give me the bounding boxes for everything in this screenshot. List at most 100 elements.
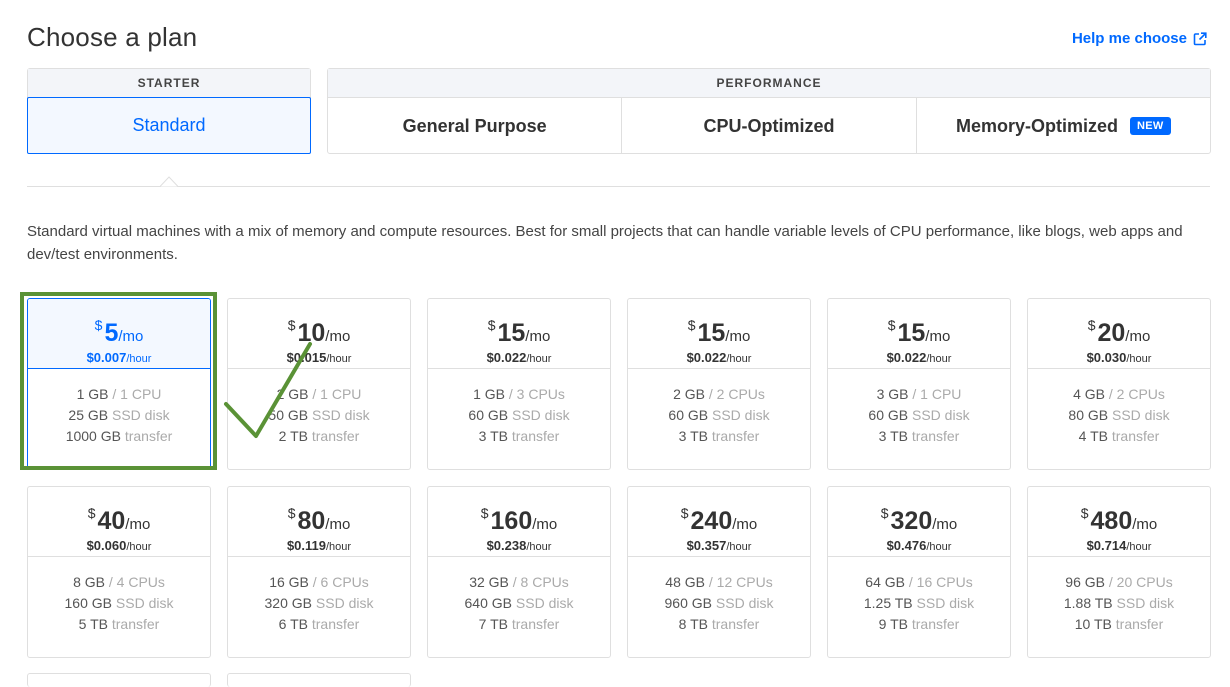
hourly-unit: /hour <box>126 541 152 553</box>
hourly-unit: /hour <box>726 541 752 553</box>
plan-hourly-price: $0.022/hour <box>428 350 610 367</box>
active-tab-caret-icon <box>160 176 178 187</box>
cpu-value: / 8 CPUs <box>512 574 569 590</box>
plan-card-partial[interactable] <box>27 673 211 687</box>
spec-transfer: 5 TB transfer <box>28 614 210 635</box>
price-amount: 15 <box>897 319 926 347</box>
disk-value: 320 GB <box>264 595 312 611</box>
plan-hourly-price: $0.357/hour <box>628 538 810 555</box>
spec-disk: 320 GB SSD disk <box>228 593 410 614</box>
plan-card[interactable]: $160/mo $0.238/hour 32 GB / 8 CPUs 640 GB S… <box>427 486 611 658</box>
price-unit: /mo <box>532 516 558 533</box>
currency-symbol: $ <box>287 317 296 333</box>
plan-monthly-price: $40/mo <box>28 500 210 538</box>
disk-unit: SSD disk <box>712 407 770 423</box>
performance-plan-group: PERFORMANCE General Purpose CPU-Optimize… <box>327 68 1211 154</box>
memory-value: 16 GB <box>269 574 309 590</box>
transfer-unit: transfer <box>1111 428 1160 444</box>
plan-specs: 32 GB / 8 CPUs 640 GB SSD disk 7 TB transf… <box>428 557 610 635</box>
plan-card[interactable]: $320/mo $0.476/hour 64 GB / 16 CPUs 1.25 TB… <box>827 486 1011 658</box>
plan-hourly-price: $0.022/hour <box>828 350 1010 367</box>
spec-transfer: 3 TB transfer <box>828 426 1010 447</box>
hourly-unit: /hour <box>325 541 352 553</box>
spec-transfer: 6 TB transfer <box>228 614 410 635</box>
plan-card-partial[interactable] <box>227 673 411 687</box>
help-me-choose-link[interactable]: Help me choose <box>1072 30 1207 47</box>
plan-price-block: $15/mo $0.022/hour <box>428 299 610 369</box>
hourly-amount: $0.030 <box>1086 350 1127 365</box>
price-amount: 15 <box>497 319 526 347</box>
plan-hourly-price: $0.238/hour <box>428 538 610 555</box>
cpu-value: / 1 CPU <box>912 386 962 402</box>
plan-card[interactable]: $480/mo $0.714/hour 96 GB / 20 CPUs 1.88 TB… <box>1027 486 1211 658</box>
spec-memory-cpu: 3 GB / 1 CPU <box>828 384 1010 405</box>
plan-price-block: $40/mo $0.060/hour <box>28 487 210 557</box>
price-unit: /mo <box>1132 516 1158 533</box>
hourly-amount: $0.022 <box>486 350 527 365</box>
plan-card[interactable]: $15/mo $0.022/hour 1 GB / 3 CPUs 60 GB SSD … <box>427 298 611 470</box>
spec-memory-cpu: 96 GB / 20 CPUs <box>1028 572 1210 593</box>
cpu-value: / 12 CPUs <box>708 574 773 590</box>
disk-value: 960 GB <box>664 595 712 611</box>
cpu-value: / 6 CPUs <box>312 574 369 590</box>
spec-transfer: 4 TB transfer <box>1028 426 1210 447</box>
plan-price-block: $15/mo $0.022/hour <box>628 299 810 369</box>
plan-card[interactable]: $40/mo $0.060/hour 8 GB / 4 CPUs 160 GB SSD… <box>27 486 211 658</box>
memory-value: 2 GB <box>673 386 705 402</box>
plan-card[interactable]: $20/mo $0.030/hour 4 GB / 2 CPUs 80 GB SSD … <box>1027 298 1211 470</box>
price-amount: 80 <box>297 507 326 535</box>
spec-transfer: 3 TB transfer <box>428 426 610 447</box>
disk-value: 60 GB <box>668 407 709 423</box>
price-unit: /mo <box>325 516 351 533</box>
plan-monthly-price: $320/mo <box>828 500 1010 538</box>
plan-card[interactable]: $80/mo $0.119/hour 16 GB / 6 CPUs 320 GB SS… <box>227 486 411 658</box>
spec-disk: 640 GB SSD disk <box>428 593 610 614</box>
spec-memory-cpu: 8 GB / 4 CPUs <box>28 572 210 593</box>
plan-specs: 3 GB / 1 CPU 60 GB SSD disk 3 TB transfer <box>828 369 1010 447</box>
plan-hourly-price: $0.476/hour <box>828 538 1010 555</box>
tab-standard[interactable]: Standard <box>27 97 311 154</box>
disk-value: 60 GB <box>468 407 509 423</box>
transfer-value: 6 TB <box>278 616 308 632</box>
hourly-amount: $0.119 <box>286 538 326 553</box>
transfer-unit: transfer <box>311 616 360 632</box>
plan-card[interactable]: $15/mo $0.022/hour 3 GB / 1 CPU 60 GB SSD d… <box>827 298 1011 470</box>
transfer-value: 3 TB <box>678 428 708 444</box>
disk-value: 1.25 TB <box>863 595 913 611</box>
plan-card[interactable]: $15/mo $0.022/hour 2 GB / 2 CPUs 60 GB SSD … <box>627 298 811 470</box>
checkmark-icon <box>224 342 312 438</box>
disk-unit: SSD disk <box>312 407 370 423</box>
tab-cpu-optimized[interactable]: CPU-Optimized <box>622 98 917 154</box>
plan-monthly-price: $15/mo <box>628 312 810 350</box>
cpu-value: / 20 CPUs <box>1108 574 1173 590</box>
plan-card[interactable]: $240/mo $0.357/hour 48 GB / 12 CPUs 960 GB … <box>627 486 811 658</box>
tab-memory-optimized[interactable]: Memory-Optimized NEW <box>917 98 1210 154</box>
price-unit: /mo <box>1125 328 1151 345</box>
page-title: Choose a plan <box>27 22 198 52</box>
disk-unit: SSD disk <box>715 595 774 611</box>
cpu-value: / 4 CPUs <box>108 574 165 590</box>
transfer-value: 8 TB <box>678 616 708 632</box>
transfer-value: 5 TB <box>78 616 108 632</box>
hourly-unit: /hour <box>526 353 552 365</box>
plan-specs: 8 GB / 4 CPUs 160 GB SSD disk 5 TB transfe… <box>28 557 210 635</box>
currency-symbol: $ <box>287 505 296 521</box>
tab-general-purpose[interactable]: General Purpose <box>328 98 623 154</box>
disk-value: 640 GB <box>464 595 512 611</box>
plan-monthly-price: $160/mo <box>428 500 610 538</box>
spec-transfer: 7 TB transfer <box>428 614 610 635</box>
price-amount: 240 <box>690 507 733 535</box>
spec-disk: 1.88 TB SSD disk <box>1028 593 1210 614</box>
price-amount: 15 <box>697 319 726 347</box>
transfer-unit: transfer <box>511 428 560 444</box>
plan-monthly-price: $480/mo <box>1028 500 1210 538</box>
hourly-amount: $0.238 <box>486 538 527 553</box>
starter-plan-group: STARTER Standard <box>27 68 311 154</box>
memory-value: 32 GB <box>469 574 509 590</box>
performance-heading: PERFORMANCE <box>328 69 1210 98</box>
transfer-value: 3 TB <box>478 428 508 444</box>
plan-specs: 64 GB / 16 CPUs 1.25 TB SSD disk 9 TB tran… <box>828 557 1010 635</box>
plan-monthly-price: $80/mo <box>228 500 410 538</box>
plan-hourly-price: $0.060/hour <box>28 538 210 555</box>
disk-unit: SSD disk <box>1112 407 1170 423</box>
